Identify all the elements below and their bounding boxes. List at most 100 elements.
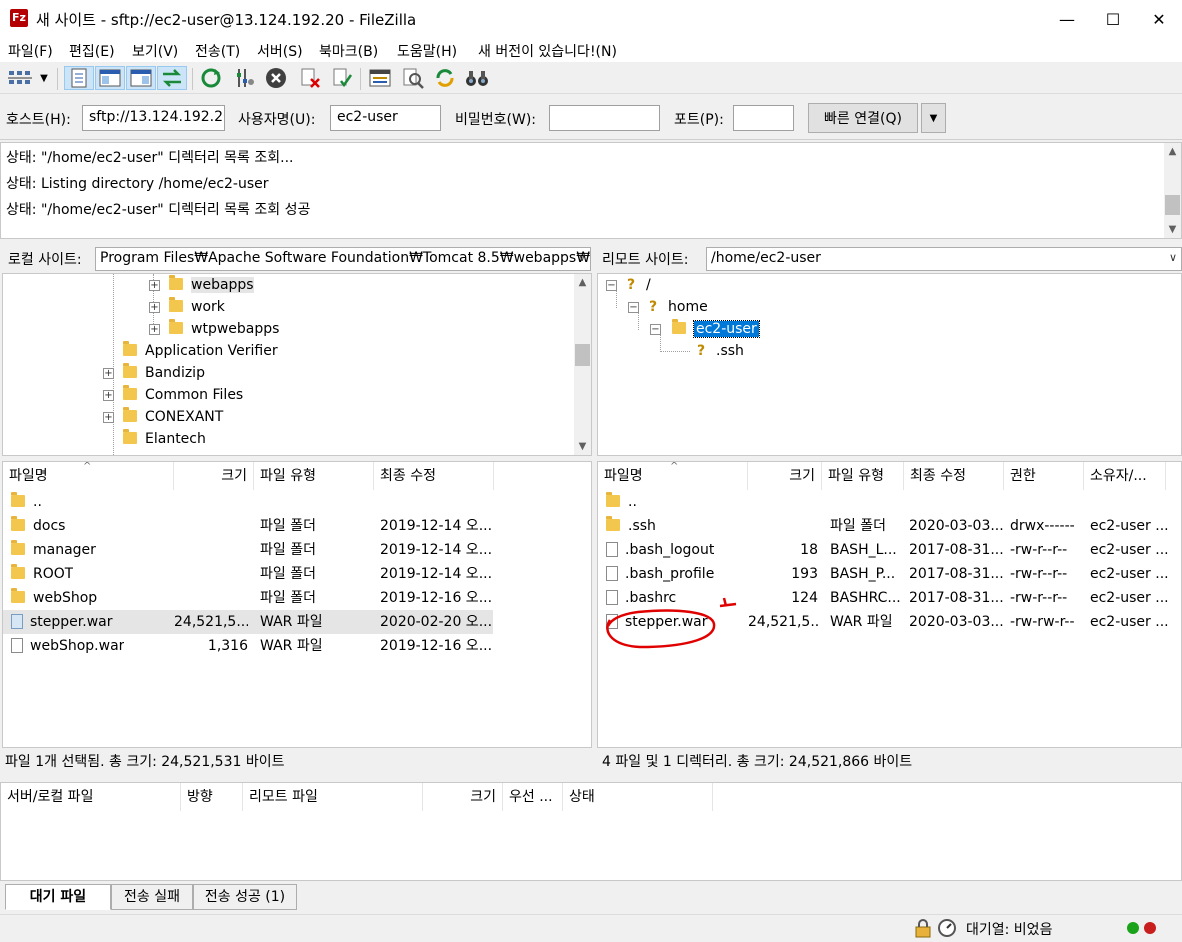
tree-node-root[interactable]: ? / xyxy=(624,275,651,295)
menu-edit[interactable]: 편집(E) xyxy=(69,41,115,61)
minimize-button[interactable]: — xyxy=(1044,0,1090,38)
host-input[interactable]: sftp://13.124.192.20 xyxy=(82,105,225,131)
remote-path-combo[interactable]: /home/ec2-user ∨ xyxy=(706,247,1182,271)
compare-icon[interactable] xyxy=(401,66,425,90)
tab-successful-transfers[interactable]: 전송 성공 (1) xyxy=(193,884,297,910)
toggle-remote-tree-icon[interactable] xyxy=(126,66,156,90)
column-header-size[interactable]: 크기 xyxy=(748,462,822,490)
file-row[interactable]: .bash_profile 193 BASH_P... 2017-08-31..… xyxy=(598,562,1181,586)
scroll-up-arrow-icon[interactable]: ▲ xyxy=(574,274,591,291)
file-row[interactable]: .. xyxy=(3,490,591,514)
scroll-thumb[interactable] xyxy=(575,344,590,366)
tree-node-conexant[interactable]: CONEXANT xyxy=(123,407,223,427)
reconnect-icon[interactable] xyxy=(330,66,354,90)
column-header-remote-file[interactable]: 리모트 파일 xyxy=(243,783,423,811)
find-icon[interactable] xyxy=(465,66,489,90)
chevron-down-icon[interactable]: ∨ xyxy=(578,251,586,264)
scroll-down-arrow-icon[interactable]: ▼ xyxy=(574,438,591,455)
expand-toggle-icon[interactable]: + xyxy=(103,390,114,401)
column-header-priority[interactable]: 우선 ... xyxy=(503,783,563,811)
maximize-button[interactable]: ☐ xyxy=(1090,0,1136,38)
menu-view[interactable]: 보기(V) xyxy=(132,41,178,61)
local-path-combo[interactable]: Program Files₩Apache Software Foundation… xyxy=(95,247,591,271)
column-header-modified[interactable]: 최종 수정 xyxy=(904,462,1004,490)
file-row[interactable]: .ssh 파일 폴더 2020-03-03... drwx------ ec2-… xyxy=(598,514,1181,538)
dropdown-arrow-icon[interactable]: ▼ xyxy=(36,66,52,90)
menu-new-version[interactable]: 새 버전이 있습니다!(N) xyxy=(478,41,617,61)
disconnect-icon[interactable] xyxy=(298,66,322,90)
expand-toggle-icon[interactable]: + xyxy=(149,324,160,335)
column-header-permissions[interactable]: 권한 xyxy=(1004,462,1084,490)
collapse-toggle-icon[interactable]: − xyxy=(650,324,661,335)
file-row[interactable]: docs 파일 폴더 2019-12-14 오... xyxy=(3,514,591,538)
folder-icon xyxy=(11,492,25,507)
menu-file[interactable]: 파일(F) xyxy=(8,41,53,61)
file-row[interactable]: webShop.war 1,316 WAR 파일 2019-12-16 오... xyxy=(3,634,591,658)
local-status: 파일 1개 선택됨. 총 크기: 24,521,531 바이트 xyxy=(0,749,592,775)
tab-queued-files[interactable]: 대기 파일 xyxy=(5,884,111,910)
tree-node-work[interactable]: work xyxy=(169,297,225,317)
tree-node-bandizip[interactable]: Bandizip xyxy=(123,363,205,383)
username-input[interactable]: ec2-user xyxy=(330,105,441,131)
quickconnect-button[interactable]: 빠른 연결(Q) xyxy=(808,103,918,133)
tree-node-webapps[interactable]: webapps xyxy=(169,275,254,295)
cancel-icon[interactable] xyxy=(264,66,288,90)
tree-node-elantech[interactable]: Elantech xyxy=(123,429,206,449)
refresh-icon[interactable] xyxy=(199,66,223,90)
menu-server[interactable]: 서버(S) xyxy=(257,41,303,61)
scroll-down-arrow-icon[interactable]: ▼ xyxy=(1164,221,1181,238)
site-manager-icon[interactable] xyxy=(6,66,34,90)
speed-limit-icon[interactable] xyxy=(937,918,957,942)
column-header-direction[interactable]: 방향 xyxy=(181,783,243,811)
column-header-local-file[interactable]: 서버/로컬 파일 xyxy=(1,783,181,811)
sync-browse-icon[interactable] xyxy=(433,66,457,90)
filter-icon[interactable] xyxy=(368,66,392,90)
tree-node-ssh[interactable]: ? .ssh xyxy=(694,341,744,361)
folder-icon xyxy=(606,516,620,531)
tree-node-ec2-user[interactable]: ec2-user xyxy=(672,319,760,339)
tree-node-common-files[interactable]: Common Files xyxy=(123,385,243,405)
file-row[interactable]: webShop 파일 폴더 2019-12-16 오... xyxy=(3,586,591,610)
column-header-size[interactable]: 크기 xyxy=(174,462,254,490)
tree-node-application-verifier[interactable]: Application Verifier xyxy=(123,341,278,361)
menu-transfer[interactable]: 전송(T) xyxy=(195,41,240,61)
column-header-type[interactable]: 파일 유형 xyxy=(254,462,374,490)
lock-icon[interactable] xyxy=(913,918,933,942)
column-header-status[interactable]: 상태 xyxy=(563,783,713,811)
expand-toggle-icon[interactable]: + xyxy=(149,302,160,313)
close-button[interactable]: ✕ xyxy=(1136,0,1182,38)
process-queue-icon[interactable] xyxy=(233,66,257,90)
log-scrollbar[interactable]: ▲ ▼ xyxy=(1164,143,1181,238)
column-header-owner[interactable]: 소유자/... xyxy=(1084,462,1166,490)
chevron-down-icon[interactable]: ∨ xyxy=(1169,251,1177,264)
file-row[interactable]: manager 파일 폴더 2019-12-14 오... xyxy=(3,538,591,562)
tab-failed-transfers[interactable]: 전송 실패 xyxy=(111,884,193,910)
expand-toggle-icon[interactable]: + xyxy=(103,412,114,423)
file-row[interactable]: .. xyxy=(598,490,1181,514)
collapse-toggle-icon[interactable]: − xyxy=(628,302,639,313)
toggle-queue-icon[interactable] xyxy=(157,66,187,90)
port-input[interactable] xyxy=(733,105,794,131)
file-row[interactable]: ROOT 파일 폴더 2019-12-14 오... xyxy=(3,562,591,586)
file-row-selected[interactable]: stepper.war 24,521,5... WAR 파일 2020-02-2… xyxy=(3,610,493,634)
column-header-modified[interactable]: 최종 수정 xyxy=(374,462,494,490)
username-label: 사용자명(U): xyxy=(238,112,316,128)
toggle-message-log-icon[interactable] xyxy=(64,66,94,90)
scroll-thumb[interactable] xyxy=(1165,195,1180,215)
expand-toggle-icon[interactable]: + xyxy=(149,280,160,291)
file-row[interactable]: .bash_logout 18 BASH_L... 2017-08-31... … xyxy=(598,538,1181,562)
quickconnect-history-dropdown[interactable]: ▼ xyxy=(921,103,946,133)
tree-node-home[interactable]: ? home xyxy=(646,297,708,317)
column-header-size[interactable]: 크기 xyxy=(423,783,503,811)
toggle-local-tree-icon[interactable] xyxy=(95,66,125,90)
column-header-type[interactable]: 파일 유형 xyxy=(822,462,904,490)
tree-node-wtpwebapps[interactable]: wtpwebapps xyxy=(169,319,279,339)
menu-help[interactable]: 도움말(H) xyxy=(397,41,457,61)
expand-toggle-icon[interactable]: + xyxy=(103,368,114,379)
menu-bookmarks[interactable]: 북마크(B) xyxy=(319,41,378,61)
local-tree-scrollbar[interactable]: ▲ ▼ xyxy=(574,274,591,455)
password-input[interactable] xyxy=(549,105,660,131)
collapse-toggle-icon[interactable]: − xyxy=(606,280,617,291)
scroll-up-arrow-icon[interactable]: ▲ xyxy=(1164,143,1181,160)
folder-icon xyxy=(11,564,25,579)
